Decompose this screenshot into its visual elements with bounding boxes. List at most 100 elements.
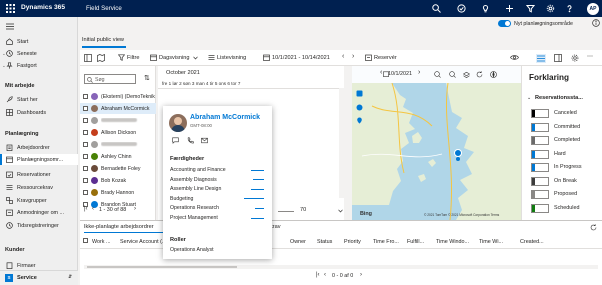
settings-icon[interactable] — [546, 4, 555, 13]
nav-item-dashboards[interactable]: Dashboards — [0, 107, 78, 118]
column-header[interactable]: Time Wi... — [479, 239, 503, 245]
next-page-icon[interactable]: › — [134, 206, 136, 212]
resource-row[interactable]: Abraham McCormick — [80, 103, 156, 114]
app-launcher-icon[interactable] — [6, 4, 15, 13]
mail-icon[interactable] — [201, 137, 208, 144]
horizontal-scrollbar[interactable] — [84, 265, 598, 269]
chat-icon[interactable] — [172, 137, 179, 144]
first-page-icon[interactable]: |‹ — [84, 206, 88, 212]
column-header[interactable]: Owner — [290, 239, 306, 245]
column-header[interactable]: Status — [317, 239, 332, 245]
location-icon[interactable] — [356, 117, 363, 124]
next-page-icon[interactable]: › — [360, 272, 362, 278]
chevron-down-icon[interactable]: ⌄ — [527, 95, 531, 101]
resource-search-input[interactable]: Søg — [84, 74, 136, 84]
nav-item-recent[interactable]: ⌄ Seneste — [0, 48, 78, 59]
resource-row[interactable]: Bob Kozak — [80, 175, 156, 186]
nav-item-time-off-requests[interactable]: Anmodninger om ... — [0, 207, 78, 218]
eye-icon[interactable] — [510, 54, 519, 61]
nav-item-work-orders[interactable]: Arbejdsordrer — [0, 142, 78, 153]
map-date[interactable]: 10/1/2021 — [388, 71, 412, 77]
sort-icon[interactable]: ⇅ — [144, 74, 150, 82]
column-header[interactable]: Created... — [520, 239, 544, 245]
new-schedule-board-toggle[interactable] — [498, 20, 511, 27]
column-header[interactable]: Time Fro... — [373, 239, 399, 245]
column-header[interactable]: Priority — [344, 239, 361, 245]
collapse-icon[interactable] — [84, 54, 92, 62]
first-page-icon[interactable]: |‹ — [316, 272, 320, 278]
more-options-icon[interactable]: ⋯ — [587, 53, 593, 60]
area-switcher[interactable]: S Service ⇵ — [0, 270, 78, 285]
row-checkbox[interactable] — [83, 94, 88, 99]
row-checkbox[interactable] — [83, 178, 88, 183]
column-header[interactable]: Service Account (... — [120, 239, 166, 245]
nav-item-home[interactable]: Start — [0, 36, 78, 47]
resource-row[interactable] — [80, 139, 156, 150]
tab-unscheduled-work-orders[interactable]: Ikke-planlagte arbejdsordrer — [84, 224, 154, 230]
skill-row: Project Management — [170, 215, 270, 222]
vertical-scrollbar[interactable] — [339, 88, 344, 198]
prev-page-icon[interactable]: ‹ — [92, 206, 94, 212]
nav-item-start-here[interactable]: Start her — [0, 94, 78, 105]
nav-item-pinned[interactable]: ⌄ Fastgort — [0, 60, 78, 71]
row-checkbox[interactable] — [83, 118, 88, 123]
row-checkbox[interactable] — [83, 130, 88, 135]
nav-item-bookings[interactable]: Reservationer — [0, 169, 78, 180]
hamburger-icon[interactable] — [6, 23, 14, 30]
select-all-checkbox[interactable] — [83, 238, 88, 243]
chevron-left-icon[interactable]: ‹ — [342, 53, 344, 60]
route-icon[interactable] — [356, 104, 363, 111]
map-view-icon[interactable] — [97, 54, 105, 62]
nav-item-schedule-board[interactable]: Planlægningsomr... — [0, 154, 78, 165]
settings-icon[interactable] — [571, 54, 579, 62]
nav-item-accounts[interactable]: Firmaer — [0, 260, 78, 270]
resource-row[interactable]: (Eksterni) (DemoTeknik — [80, 91, 156, 102]
chevron-down-icon[interactable] — [338, 209, 343, 215]
resource-row[interactable]: Allison Dickson — [80, 127, 156, 138]
nav-item-requirement-groups[interactable]: Kravgrupper — [0, 195, 78, 206]
search-icon[interactable] — [432, 4, 441, 13]
lightbulb-icon[interactable] — [481, 4, 490, 13]
task-icon[interactable] — [457, 4, 466, 13]
row-checkbox[interactable] — [83, 142, 88, 147]
row-checkbox[interactable] — [83, 190, 88, 195]
chevron-right-icon[interactable]: › — [352, 53, 354, 60]
filter-icon[interactable] — [526, 4, 535, 13]
row-checkbox[interactable] — [83, 166, 88, 171]
info-icon[interactable] — [592, 19, 600, 27]
phone-icon[interactable] — [187, 137, 194, 144]
map-tool-icon[interactable] — [356, 90, 363, 97]
column-header[interactable]: Work ... — [92, 239, 110, 245]
refresh-icon[interactable] — [476, 71, 483, 78]
brand-title[interactable]: Dynamics 365 — [21, 4, 65, 11]
details-pane-icon[interactable] — [554, 54, 562, 62]
layers-icon[interactable] — [463, 71, 470, 78]
help-icon[interactable] — [565, 4, 574, 13]
zoom-out-icon[interactable] — [278, 209, 294, 215]
row-checkbox[interactable] — [83, 154, 88, 159]
nav-item-time-entries[interactable]: Tidsregistreringer — [0, 220, 78, 231]
tab-initial-public-view[interactable]: Initial public view — [82, 37, 124, 43]
nav-item-label: Kravgrupper — [17, 197, 47, 204]
user-avatar[interactable]: AP — [587, 2, 599, 15]
resource-row[interactable]: Brady Hannon — [80, 187, 156, 198]
row-checkbox[interactable] — [83, 106, 88, 111]
zoom-out-icon[interactable] — [449, 71, 456, 78]
column-header[interactable]: Fulfill... — [407, 239, 424, 245]
resource-row[interactable] — [80, 115, 156, 126]
compass-icon[interactable] — [490, 71, 497, 78]
map-view[interactable]: ‹ 10/1/2021 › Bing © 2021 TomTom © 2021 … — [352, 66, 521, 220]
resource-row[interactable]: Bernadette Foley — [80, 163, 156, 174]
column-header[interactable]: Time Windo... — [436, 239, 469, 245]
refresh-icon[interactable] — [590, 224, 597, 231]
nav-item-requirements[interactable]: Ressourcekrav — [0, 182, 78, 193]
zoom-in-icon[interactable] — [434, 71, 441, 78]
resource-name[interactable]: Abraham McCormick — [190, 114, 260, 121]
chevron-right-icon[interactable]: › — [418, 69, 420, 76]
skill-label: Accounting and Finance — [170, 167, 226, 173]
resource-row[interactable]: Ashley Chinn — [80, 151, 156, 162]
prev-page-icon[interactable]: ‹ — [324, 272, 326, 278]
chevron-down-icon[interactable] — [193, 56, 198, 60]
plus-icon[interactable] — [505, 4, 514, 13]
chevron-left-icon[interactable]: ‹ — [380, 69, 382, 76]
